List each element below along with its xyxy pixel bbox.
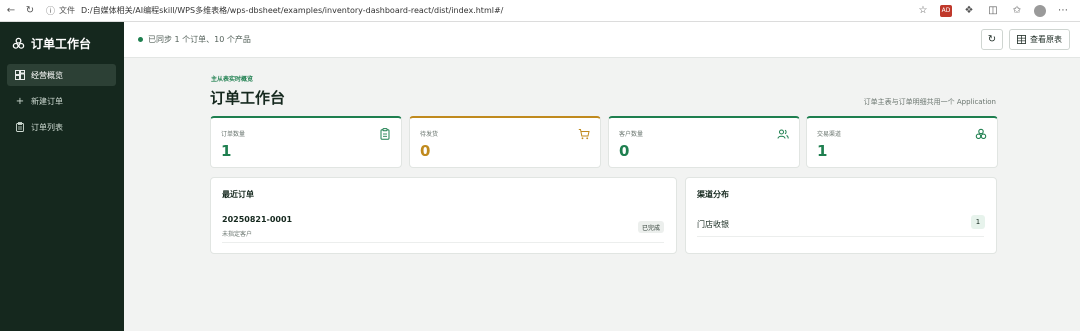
browser-toolbar: ← ↻ ⓘ 文件 D:/自媒体相关/AI编程skill/WPS多维表格/wps-… bbox=[0, 0, 1080, 22]
refresh-button[interactable]: ↻ bbox=[981, 29, 1003, 50]
sidebar-item-overview[interactable]: 经营概览 bbox=[7, 64, 116, 86]
order-id[interactable]: 20250821-0001 bbox=[222, 215, 292, 224]
view-sheet-label: 查看原表 bbox=[1030, 35, 1062, 44]
stat-value: 0 bbox=[619, 142, 630, 160]
sidebar-item-label: 新建订单 bbox=[31, 96, 63, 106]
page-eyebrow: 主从表实时概览 bbox=[211, 76, 254, 83]
address-label: 文件 bbox=[59, 6, 76, 15]
channel-distribution-panel: 渠道分布 门店收银 1 bbox=[685, 177, 997, 254]
stat-value: 1 bbox=[817, 142, 828, 160]
stat-label: 订单数量 bbox=[221, 131, 246, 138]
channel-name: 门店收银 bbox=[697, 220, 729, 229]
panel-title: 渠道分布 bbox=[697, 190, 729, 199]
split-view-icon[interactable]: ◫ bbox=[986, 4, 1000, 18]
extension-icon[interactable]: AD bbox=[940, 4, 952, 17]
sidebar-item-label: 订单列表 bbox=[31, 122, 63, 132]
clipboard-icon bbox=[380, 128, 390, 140]
stat-card-pending: 待发货 0 bbox=[409, 116, 601, 168]
status-badge: 已完成 bbox=[637, 221, 664, 233]
status-dot bbox=[138, 37, 143, 42]
sidebar: 订单工作台 经营概览 + 新建订单 订单列表 bbox=[0, 22, 124, 331]
page-subtitle: 订单主表与订单明细共用一个 Application bbox=[863, 98, 996, 106]
stat-label: 交易渠道 bbox=[817, 131, 842, 138]
divider bbox=[697, 236, 984, 237]
cart-icon bbox=[578, 129, 590, 140]
panel-title: 最近订单 bbox=[222, 190, 254, 199]
stat-card-customers: 客户数量 0 bbox=[608, 116, 800, 168]
sync-status: 已同步 1 个订单、10 个产品 bbox=[138, 34, 251, 45]
recent-orders-panel: 最近订单 20250821-0001 未指定客户 已完成 bbox=[210, 177, 677, 254]
arrow-left-icon[interactable]: ← bbox=[3, 3, 19, 19]
channel-icon bbox=[12, 37, 25, 49]
table-icon bbox=[1017, 35, 1026, 44]
avatar[interactable] bbox=[1034, 4, 1046, 17]
dashboard-icon bbox=[15, 70, 25, 80]
more-icon[interactable]: ⋯ bbox=[1056, 4, 1070, 18]
address-bar[interactable]: ⓘ 文件 D:/自媒体相关/AI编程skill/WPS多维表格/wps-dbsh… bbox=[46, 3, 916, 19]
stat-value: 1 bbox=[221, 142, 232, 160]
stat-card-orders: 订单数量 1 bbox=[210, 116, 402, 168]
top-bar: 已同步 1 个订单、10 个产品 ↻ 查看原表 bbox=[124, 22, 1080, 58]
order-customer: 未指定客户 bbox=[222, 231, 253, 238]
users-icon bbox=[777, 129, 789, 139]
channel-count: 1 bbox=[971, 215, 985, 229]
view-sheet-button[interactable]: 查看原表 bbox=[1009, 29, 1070, 50]
brand-title: 订单工作台 bbox=[31, 36, 92, 51]
refresh-icon: ↻ bbox=[987, 34, 997, 45]
address-url[interactable]: D:/自媒体相关/AI编程skill/WPS多维表格/wps-dbsheet/e… bbox=[81, 5, 503, 16]
sidebar-item-new-order[interactable]: + 新建订单 bbox=[7, 90, 116, 112]
star-icon[interactable]: ☆ bbox=[916, 4, 930, 18]
stat-card-channels: 交易渠道 1 bbox=[806, 116, 998, 168]
reload-icon[interactable]: ↻ bbox=[22, 3, 38, 19]
stat-label: 待发货 bbox=[420, 131, 439, 138]
divider bbox=[222, 242, 664, 243]
clipboard-icon bbox=[15, 122, 25, 132]
channel-icon bbox=[975, 128, 987, 140]
page-title: 订单工作台 bbox=[210, 89, 286, 107]
stat-label: 客户数量 bbox=[619, 131, 644, 138]
info-icon[interactable]: ⓘ bbox=[46, 4, 55, 17]
favorites-icon[interactable]: ✩ bbox=[1010, 4, 1024, 18]
stat-value: 0 bbox=[420, 142, 431, 160]
puzzle-icon[interactable]: ❖ bbox=[962, 4, 976, 18]
sync-status-text: 已同步 1 个订单、10 个产品 bbox=[148, 35, 251, 44]
plus-icon: + bbox=[15, 95, 25, 107]
brand[interactable]: 订单工作台 bbox=[0, 22, 124, 64]
sidebar-item-order-list[interactable]: 订单列表 bbox=[7, 116, 116, 138]
sidebar-item-label: 经营概览 bbox=[31, 70, 63, 80]
